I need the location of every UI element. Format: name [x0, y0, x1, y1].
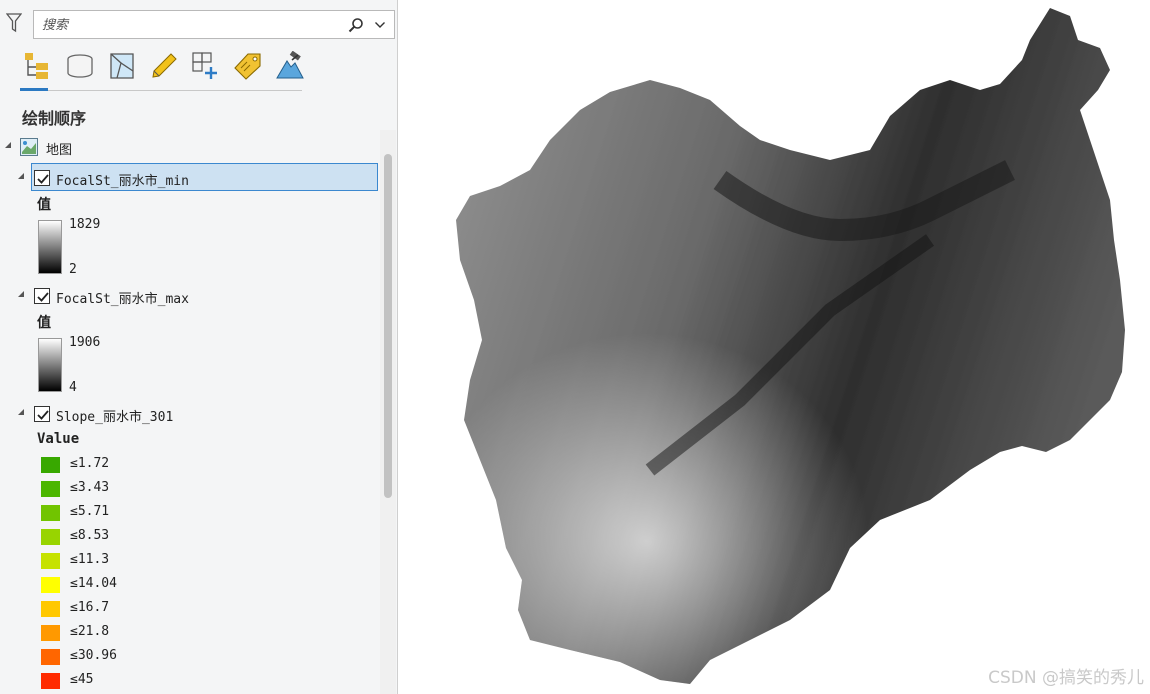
class-swatch[interactable]: [41, 457, 60, 473]
class-label: ≤14.04: [70, 576, 117, 591]
class-swatch[interactable]: [41, 601, 60, 617]
active-tab-indicator: [20, 88, 48, 91]
list-by-source-button[interactable]: [62, 48, 94, 84]
check-icon: [37, 174, 49, 184]
class-label: ≤30.96: [70, 648, 117, 663]
contents-pane: 绘制顺序 地图 FocalSt_丽水市_min 值 1829 2 FocalSt…: [0, 0, 398, 694]
check-icon: [37, 410, 49, 420]
map-view[interactable]: CSDN @搞笑的秀儿: [410, 0, 1150, 694]
list-by-drawing-order-button[interactable]: [20, 48, 52, 84]
map-icon: [20, 138, 38, 156]
class-label: ≤11.3: [70, 552, 110, 567]
layer-name[interactable]: Slope_丽水市_301: [56, 406, 173, 425]
list-by-snapping-button[interactable]: [188, 48, 220, 84]
class-label: ≤8.53: [70, 528, 110, 543]
color-ramp: [38, 338, 62, 392]
color-ramp: [38, 220, 62, 274]
class-label: ≤45: [70, 672, 94, 687]
search-box[interactable]: [33, 10, 395, 39]
legend-title: 值: [37, 197, 51, 213]
layer-name[interactable]: FocalSt_丽水市_max: [56, 288, 189, 307]
scrollbar-thumb[interactable]: [384, 154, 392, 498]
layer-visibility-checkbox[interactable]: [34, 288, 50, 304]
layer-visibility-checkbox[interactable]: [34, 406, 50, 422]
list-by-labeling-icon: [234, 53, 261, 80]
collapse-triangle-icon[interactable]: [5, 142, 11, 148]
search-icon[interactable]: [348, 17, 364, 33]
vertical-scrollbar[interactable]: [380, 130, 396, 694]
class-swatch[interactable]: [41, 553, 60, 569]
list-by-source-icon: [67, 54, 93, 78]
list-by-selection-button[interactable]: [104, 48, 136, 84]
class-swatch[interactable]: [41, 529, 60, 545]
class-swatch[interactable]: [41, 625, 60, 641]
section-title: 绘制顺序: [22, 109, 87, 128]
list-by-perspective-icon: [276, 51, 304, 79]
list-by-snapping-icon: [192, 52, 217, 79]
legend-title: 值: [37, 315, 51, 331]
list-by-editing-button[interactable]: [146, 48, 178, 84]
class-label: ≤3.43: [70, 480, 110, 495]
class-label: ≤1.72: [70, 456, 110, 471]
class-label: ≤16.7: [70, 600, 110, 615]
list-by-drawing-order-icon: [25, 53, 48, 79]
ramp-min-label: 2: [69, 262, 77, 277]
layer-name[interactable]: FocalSt_丽水市_min: [56, 170, 189, 189]
class-swatch[interactable]: [41, 481, 60, 497]
collapse-triangle-icon[interactable]: [18, 409, 24, 415]
list-by-selection-icon: [110, 53, 134, 79]
class-swatch[interactable]: [41, 673, 60, 689]
search-input[interactable]: [42, 16, 332, 34]
dem-raster: [456, 8, 1125, 684]
map-name[interactable]: 地图: [46, 139, 72, 158]
toolbar-divider: [20, 90, 302, 91]
ramp-min-label: 4: [69, 380, 77, 395]
collapse-triangle-icon[interactable]: [18, 173, 24, 179]
chevron-down-icon[interactable]: [374, 19, 386, 31]
check-icon: [37, 292, 49, 302]
class-label: ≤21.8: [70, 624, 110, 639]
list-by-editing-icon: [152, 53, 177, 78]
layer-visibility-checkbox[interactable]: [34, 170, 50, 186]
watermark-text: CSDN @搞笑的秀儿: [988, 668, 1144, 688]
class-label: ≤5.71: [70, 504, 110, 519]
class-swatch[interactable]: [41, 577, 60, 593]
class-swatch[interactable]: [41, 505, 60, 521]
class-swatch[interactable]: [41, 649, 60, 665]
contents-toolbar: [20, 48, 304, 92]
filter-icon[interactable]: [5, 13, 23, 33]
legend-title: Value: [37, 431, 80, 447]
ramp-max-label: 1906: [69, 335, 101, 350]
list-by-labeling-button[interactable]: [230, 48, 262, 84]
list-by-perspective-button[interactable]: [272, 48, 304, 84]
ramp-max-label: 1829: [69, 217, 101, 232]
collapse-triangle-icon[interactable]: [18, 291, 24, 297]
